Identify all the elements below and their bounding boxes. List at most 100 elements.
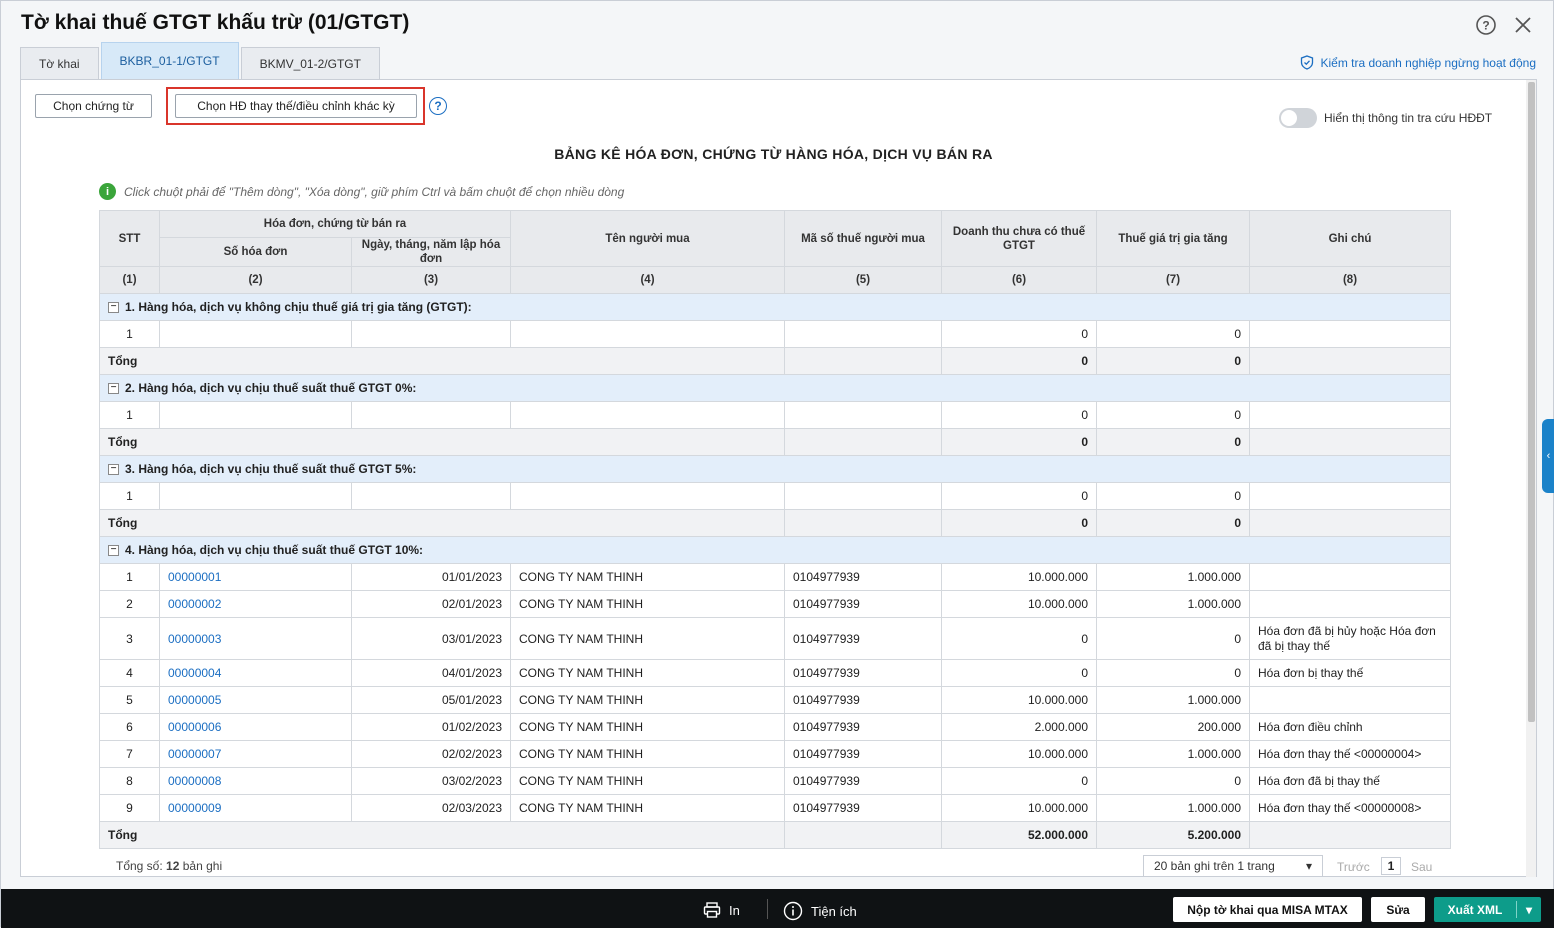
tab-bkmv[interactable]: BKMV_01-2/GTGT bbox=[240, 47, 380, 79]
invoice-link[interactable]: 00000008 bbox=[168, 774, 221, 788]
close-icon[interactable] bbox=[1511, 13, 1535, 37]
group-title[interactable]: −3. Hàng hóa, dịch vụ chịu thuế suất thu… bbox=[99, 455, 1451, 483]
group-title[interactable]: −1. Hàng hóa, dịch vụ không chịu thuế gi… bbox=[99, 293, 1451, 321]
cell-vat[interactable]: 0 bbox=[1096, 320, 1250, 348]
cell-revenue[interactable]: 10.000.000 bbox=[941, 563, 1097, 591]
cell-buyer-name[interactable]: CONG TY NAM THINH bbox=[510, 617, 785, 660]
cell-buyer-name[interactable]: CONG TY NAM THINH bbox=[510, 659, 785, 687]
cell-note[interactable] bbox=[1249, 482, 1451, 510]
cell-buyer-taxcode[interactable]: 0104977939 bbox=[784, 794, 942, 822]
cell-invoice-date[interactable]: 03/01/2023 bbox=[351, 617, 511, 660]
collapse-icon[interactable]: − bbox=[108, 545, 119, 557]
cell-vat[interactable]: 1.000.000 bbox=[1096, 740, 1250, 768]
cell-revenue[interactable]: 10.000.000 bbox=[941, 794, 1097, 822]
tab-to-khai[interactable]: Tờ khai bbox=[20, 47, 99, 79]
cell-invoice-date[interactable] bbox=[351, 482, 511, 510]
next-page-button[interactable]: Sau bbox=[1411, 860, 1432, 874]
cell-invoice-number[interactable]: 00000008 bbox=[159, 767, 352, 795]
cell-buyer-name[interactable] bbox=[510, 401, 785, 429]
cell-revenue[interactable]: 10.000.000 bbox=[941, 590, 1097, 618]
cell-invoice-number[interactable]: 00000002 bbox=[159, 590, 352, 618]
side-panel-toggle[interactable]: ‹ bbox=[1542, 419, 1554, 493]
group-title[interactable]: −2. Hàng hóa, dịch vụ chịu thuế suất thu… bbox=[99, 374, 1451, 402]
cell-buyer-taxcode[interactable]: 0104977939 bbox=[784, 686, 942, 714]
cell-note[interactable] bbox=[1249, 563, 1451, 591]
cell-invoice-number[interactable] bbox=[159, 401, 352, 429]
cell-buyer-name[interactable]: CONG TY NAM THINH bbox=[510, 767, 785, 795]
cell-buyer-taxcode[interactable]: 0104977939 bbox=[784, 713, 942, 741]
cell-note[interactable] bbox=[1249, 320, 1451, 348]
invoice-link[interactable]: 00000006 bbox=[168, 720, 221, 734]
cell-note[interactable]: Hóa đơn đã bị thay thế bbox=[1249, 767, 1451, 795]
cell-revenue[interactable]: 0 bbox=[941, 617, 1097, 660]
cell-revenue[interactable]: 0 bbox=[941, 401, 1097, 429]
invoice-link[interactable]: 00000007 bbox=[168, 747, 221, 761]
cell-buyer-taxcode[interactable] bbox=[784, 320, 942, 348]
page-size-select[interactable]: 20 bản ghi trên 1 trang ▾ bbox=[1143, 855, 1323, 877]
collapse-icon[interactable]: − bbox=[108, 302, 119, 314]
cell-note[interactable]: Hóa đơn điều chỉnh bbox=[1249, 713, 1451, 741]
table-row[interactable]: 6 00000006 01/02/2023 CONG TY NAM THINH … bbox=[99, 713, 1451, 741]
cell-note[interactable] bbox=[1249, 590, 1451, 618]
cell-revenue[interactable]: 2.000.000 bbox=[941, 713, 1097, 741]
cell-buyer-taxcode[interactable]: 0104977939 bbox=[784, 563, 942, 591]
cell-buyer-taxcode[interactable] bbox=[784, 482, 942, 510]
cell-note[interactable] bbox=[1249, 686, 1451, 714]
cell-invoice-date[interactable]: 01/02/2023 bbox=[351, 713, 511, 741]
cell-revenue[interactable]: 10.000.000 bbox=[941, 740, 1097, 768]
table-row[interactable]: 1 00000001 01/01/2023 CONG TY NAM THINH … bbox=[99, 563, 1451, 591]
cell-buyer-name[interactable] bbox=[510, 482, 785, 510]
cell-invoice-date[interactable] bbox=[351, 320, 511, 348]
cell-buyer-taxcode[interactable]: 0104977939 bbox=[784, 617, 942, 660]
table-row[interactable]: 5 00000005 05/01/2023 CONG TY NAM THINH … bbox=[99, 686, 1451, 714]
group-row[interactable]: −2. Hàng hóa, dịch vụ chịu thuế suất thu… bbox=[99, 374, 1451, 402]
choose-document-button[interactable]: Chọn chứng từ bbox=[35, 94, 152, 118]
cell-invoice-number[interactable]: 00000007 bbox=[159, 740, 352, 768]
check-business-link[interactable]: Kiểm tra doanh nghiệp ngừng hoạt động bbox=[1300, 55, 1536, 70]
cell-vat[interactable]: 0 bbox=[1096, 659, 1250, 687]
cell-revenue[interactable]: 0 bbox=[941, 767, 1097, 795]
cell-revenue[interactable]: 0 bbox=[941, 659, 1097, 687]
cell-buyer-taxcode[interactable] bbox=[784, 401, 942, 429]
cell-buyer-name[interactable]: CONG TY NAM THINH bbox=[510, 563, 785, 591]
cell-revenue[interactable]: 10.000.000 bbox=[941, 686, 1097, 714]
cell-invoice-number[interactable]: 00000009 bbox=[159, 794, 352, 822]
cell-vat[interactable]: 1.000.000 bbox=[1096, 590, 1250, 618]
cell-note[interactable]: Hóa đơn thay thế <00000004> bbox=[1249, 740, 1451, 768]
cell-vat[interactable]: 0 bbox=[1096, 617, 1250, 660]
cell-buyer-taxcode[interactable]: 0104977939 bbox=[784, 767, 942, 795]
cell-note[interactable] bbox=[1249, 401, 1451, 429]
collapse-icon[interactable]: − bbox=[108, 383, 119, 395]
table-row[interactable]: 8 00000008 03/02/2023 CONG TY NAM THINH … bbox=[99, 767, 1451, 795]
table-row[interactable]: 2 00000002 02/01/2023 CONG TY NAM THINH … bbox=[99, 590, 1451, 618]
table-row[interactable]: 1 00 bbox=[99, 320, 1451, 348]
cell-invoice-number[interactable]: 00000003 bbox=[159, 617, 352, 660]
invoice-link[interactable]: 00000005 bbox=[168, 693, 221, 707]
cell-buyer-name[interactable]: CONG TY NAM THINH bbox=[510, 794, 785, 822]
choose-replacement-invoice-button[interactable]: Chọn HĐ thay thế/điều chỉnh khác kỳ bbox=[175, 94, 417, 118]
cell-invoice-date[interactable] bbox=[351, 401, 511, 429]
cell-vat[interactable]: 1.000.000 bbox=[1096, 794, 1250, 822]
cell-invoice-date[interactable]: 02/01/2023 bbox=[351, 590, 511, 618]
tab-bkbr[interactable]: BKBR_01-1/GTGT bbox=[100, 42, 239, 79]
cell-buyer-name[interactable]: CONG TY NAM THINH bbox=[510, 686, 785, 714]
cell-buyer-taxcode[interactable]: 0104977939 bbox=[784, 659, 942, 687]
table-row[interactable]: 4 00000004 04/01/2023 CONG TY NAM THINH … bbox=[99, 659, 1451, 687]
einvoice-lookup-toggle[interactable] bbox=[1279, 108, 1317, 128]
cell-vat[interactable]: 1.000.000 bbox=[1096, 686, 1250, 714]
cell-invoice-date[interactable]: 03/02/2023 bbox=[351, 767, 511, 795]
cell-note[interactable]: Hóa đơn đã bị hủy hoặc Hóa đơn đã bị tha… bbox=[1249, 617, 1451, 660]
cell-invoice-date[interactable]: 04/01/2023 bbox=[351, 659, 511, 687]
cell-buyer-name[interactable]: CONG TY NAM THINH bbox=[510, 590, 785, 618]
edit-button[interactable]: Sửa bbox=[1371, 897, 1425, 922]
cell-buyer-taxcode[interactable]: 0104977939 bbox=[784, 740, 942, 768]
cell-invoice-number[interactable]: 00000006 bbox=[159, 713, 352, 741]
cell-buyer-name[interactable] bbox=[510, 320, 785, 348]
table-row[interactable]: 1 00 bbox=[99, 401, 1451, 429]
print-button[interactable]: In bbox=[703, 901, 740, 919]
cell-vat[interactable]: 0 bbox=[1096, 482, 1250, 510]
invoice-link[interactable]: 00000002 bbox=[168, 597, 221, 611]
group-row[interactable]: −3. Hàng hóa, dịch vụ chịu thuế suất thu… bbox=[99, 455, 1451, 483]
current-page[interactable]: 1 bbox=[1381, 857, 1401, 875]
cell-invoice-date[interactable]: 02/02/2023 bbox=[351, 740, 511, 768]
